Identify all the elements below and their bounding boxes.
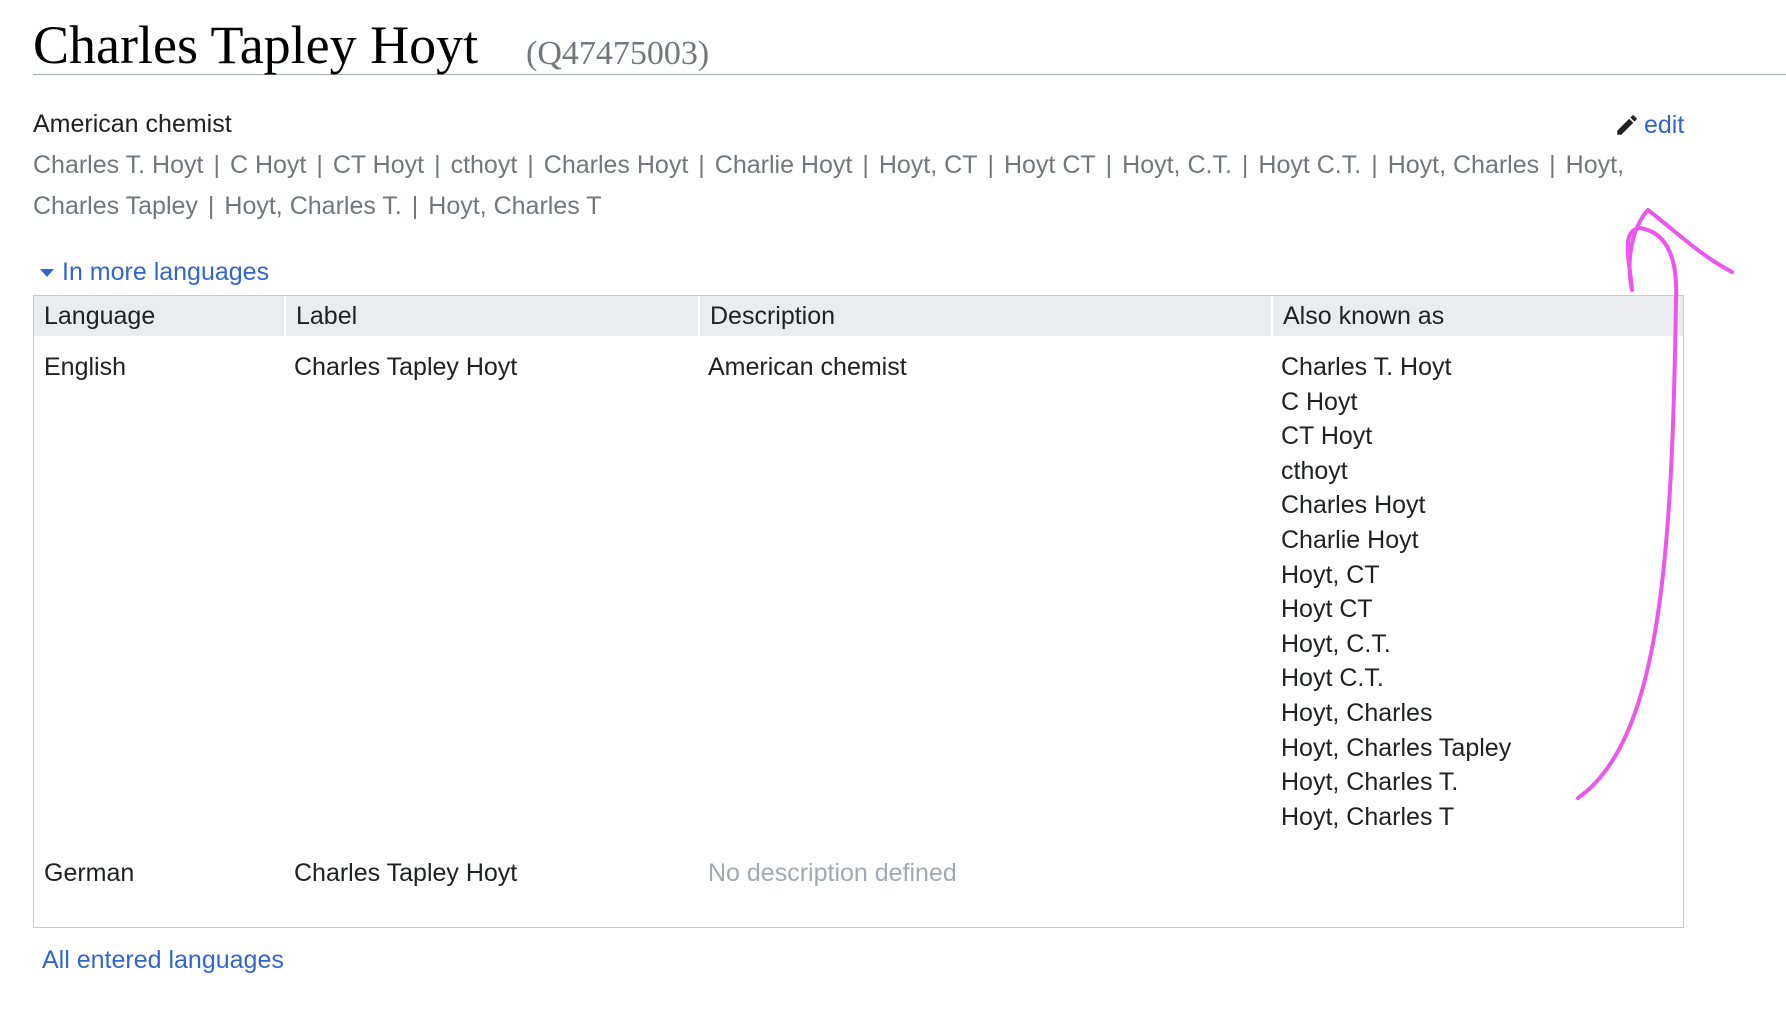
alias: cthoyt bbox=[450, 151, 518, 179]
language-label: Charles Tapley Hoyt bbox=[294, 859, 518, 887]
edit-label: edit bbox=[1644, 110, 1685, 139]
alias: Charlie Hoyt bbox=[714, 151, 853, 179]
edit-button[interactable]: edit bbox=[1614, 108, 1684, 142]
language-aliases: Charles T. Hoyt C Hoyt CT Hoyt cthoyt Ch… bbox=[1271, 350, 1683, 834]
alias-item: Hoyt, Charles Tapley bbox=[1281, 733, 1512, 762]
alias-item: CT Hoyt bbox=[1281, 422, 1373, 451]
title-row: Charles Tapley Hoyt (Q47475003) bbox=[33, 6, 1786, 75]
alias-item: Charlie Hoyt bbox=[1281, 525, 1419, 554]
column-header-also-known-as: Also known as bbox=[1271, 296, 1683, 336]
alias-item: Hoyt, C.T. bbox=[1281, 629, 1391, 658]
alias-separator: | bbox=[987, 151, 994, 179]
alias-item: cthoyt bbox=[1281, 456, 1348, 485]
column-header-label: Label bbox=[284, 296, 698, 336]
alias-separator: | bbox=[411, 192, 419, 220]
alias-separator: | bbox=[527, 151, 534, 179]
table-row: German Charles Tapley Hoyt No descriptio… bbox=[34, 856, 1683, 896]
alias-item: Hoyt, Charles bbox=[1281, 698, 1433, 727]
alias: Charles T. Hoyt bbox=[33, 151, 204, 179]
all-entered-languages-link[interactable]: All entered languages bbox=[42, 944, 284, 976]
language-name: German bbox=[44, 859, 135, 887]
in-more-languages-toggle[interactable]: In more languages bbox=[40, 256, 269, 288]
table-row: English Charles Tapley Hoyt American che… bbox=[34, 350, 1683, 831]
page-title: Charles Tapley Hoyt bbox=[33, 15, 479, 75]
alias-separator: | bbox=[316, 151, 323, 179]
alias: Hoyt, CT bbox=[878, 151, 978, 179]
alias-separator: | bbox=[213, 151, 220, 179]
alias-item: Charles T. Hoyt bbox=[1281, 353, 1452, 381]
alias-separator: | bbox=[698, 151, 705, 179]
alias: Hoyt, Charles T. bbox=[224, 192, 402, 220]
pencil-icon bbox=[1614, 112, 1640, 138]
alias-item: Hoyt, CT bbox=[1281, 560, 1380, 589]
alias: Charles Hoyt bbox=[543, 151, 689, 179]
alias-list: Charles T. Hoyt | C Hoyt | CT Hoyt | cthoyt | Ch… bbox=[33, 145, 1673, 227]
language-name: English bbox=[44, 353, 126, 381]
alias: Hoyt C.T. bbox=[1258, 151, 1362, 179]
toggle-label: In more languages bbox=[62, 258, 270, 286]
alias-item: Hoyt, Charles T bbox=[1281, 802, 1455, 831]
language-description: American chemist bbox=[708, 353, 907, 381]
language-label: Charles Tapley Hoyt bbox=[294, 353, 518, 381]
alias-separator: | bbox=[1371, 151, 1378, 179]
triangle-down-icon bbox=[40, 269, 54, 277]
alias-item: Hoyt CT bbox=[1281, 595, 1373, 624]
language-description-missing: No description defined bbox=[708, 859, 957, 887]
alias-separator: | bbox=[207, 192, 215, 220]
alias: C Hoyt bbox=[229, 151, 307, 179]
alias: CT Hoyt bbox=[332, 151, 425, 179]
alias-item: Hoyt, Charles T. bbox=[1281, 768, 1459, 797]
alias: Hoyt CT bbox=[1003, 151, 1096, 179]
alias: Hoyt, Charles T bbox=[428, 192, 602, 220]
alias-separator: | bbox=[434, 151, 441, 179]
alias: Hoyt, Charles bbox=[1387, 151, 1540, 179]
column-header-description: Description bbox=[698, 296, 1271, 336]
alias: Hoyt, C.T. bbox=[1122, 151, 1232, 179]
alias-item: Charles Hoyt bbox=[1281, 491, 1426, 520]
column-header-language: Language bbox=[44, 302, 156, 330]
alias-separator: | bbox=[1105, 151, 1113, 179]
item-description: American chemist bbox=[33, 110, 232, 138]
alias-item: Hoyt C.T. bbox=[1281, 664, 1384, 693]
entity-id: (Q47475003) bbox=[526, 35, 710, 72]
alias-separator: | bbox=[862, 151, 869, 179]
table-header: Language Label Description Also known as bbox=[34, 296, 1683, 336]
alias-separator: | bbox=[1241, 151, 1249, 179]
alias-separator: | bbox=[1549, 151, 1556, 179]
languages-table: Language Label Description Also known as… bbox=[33, 295, 1684, 928]
alias-item: C Hoyt bbox=[1281, 387, 1358, 416]
